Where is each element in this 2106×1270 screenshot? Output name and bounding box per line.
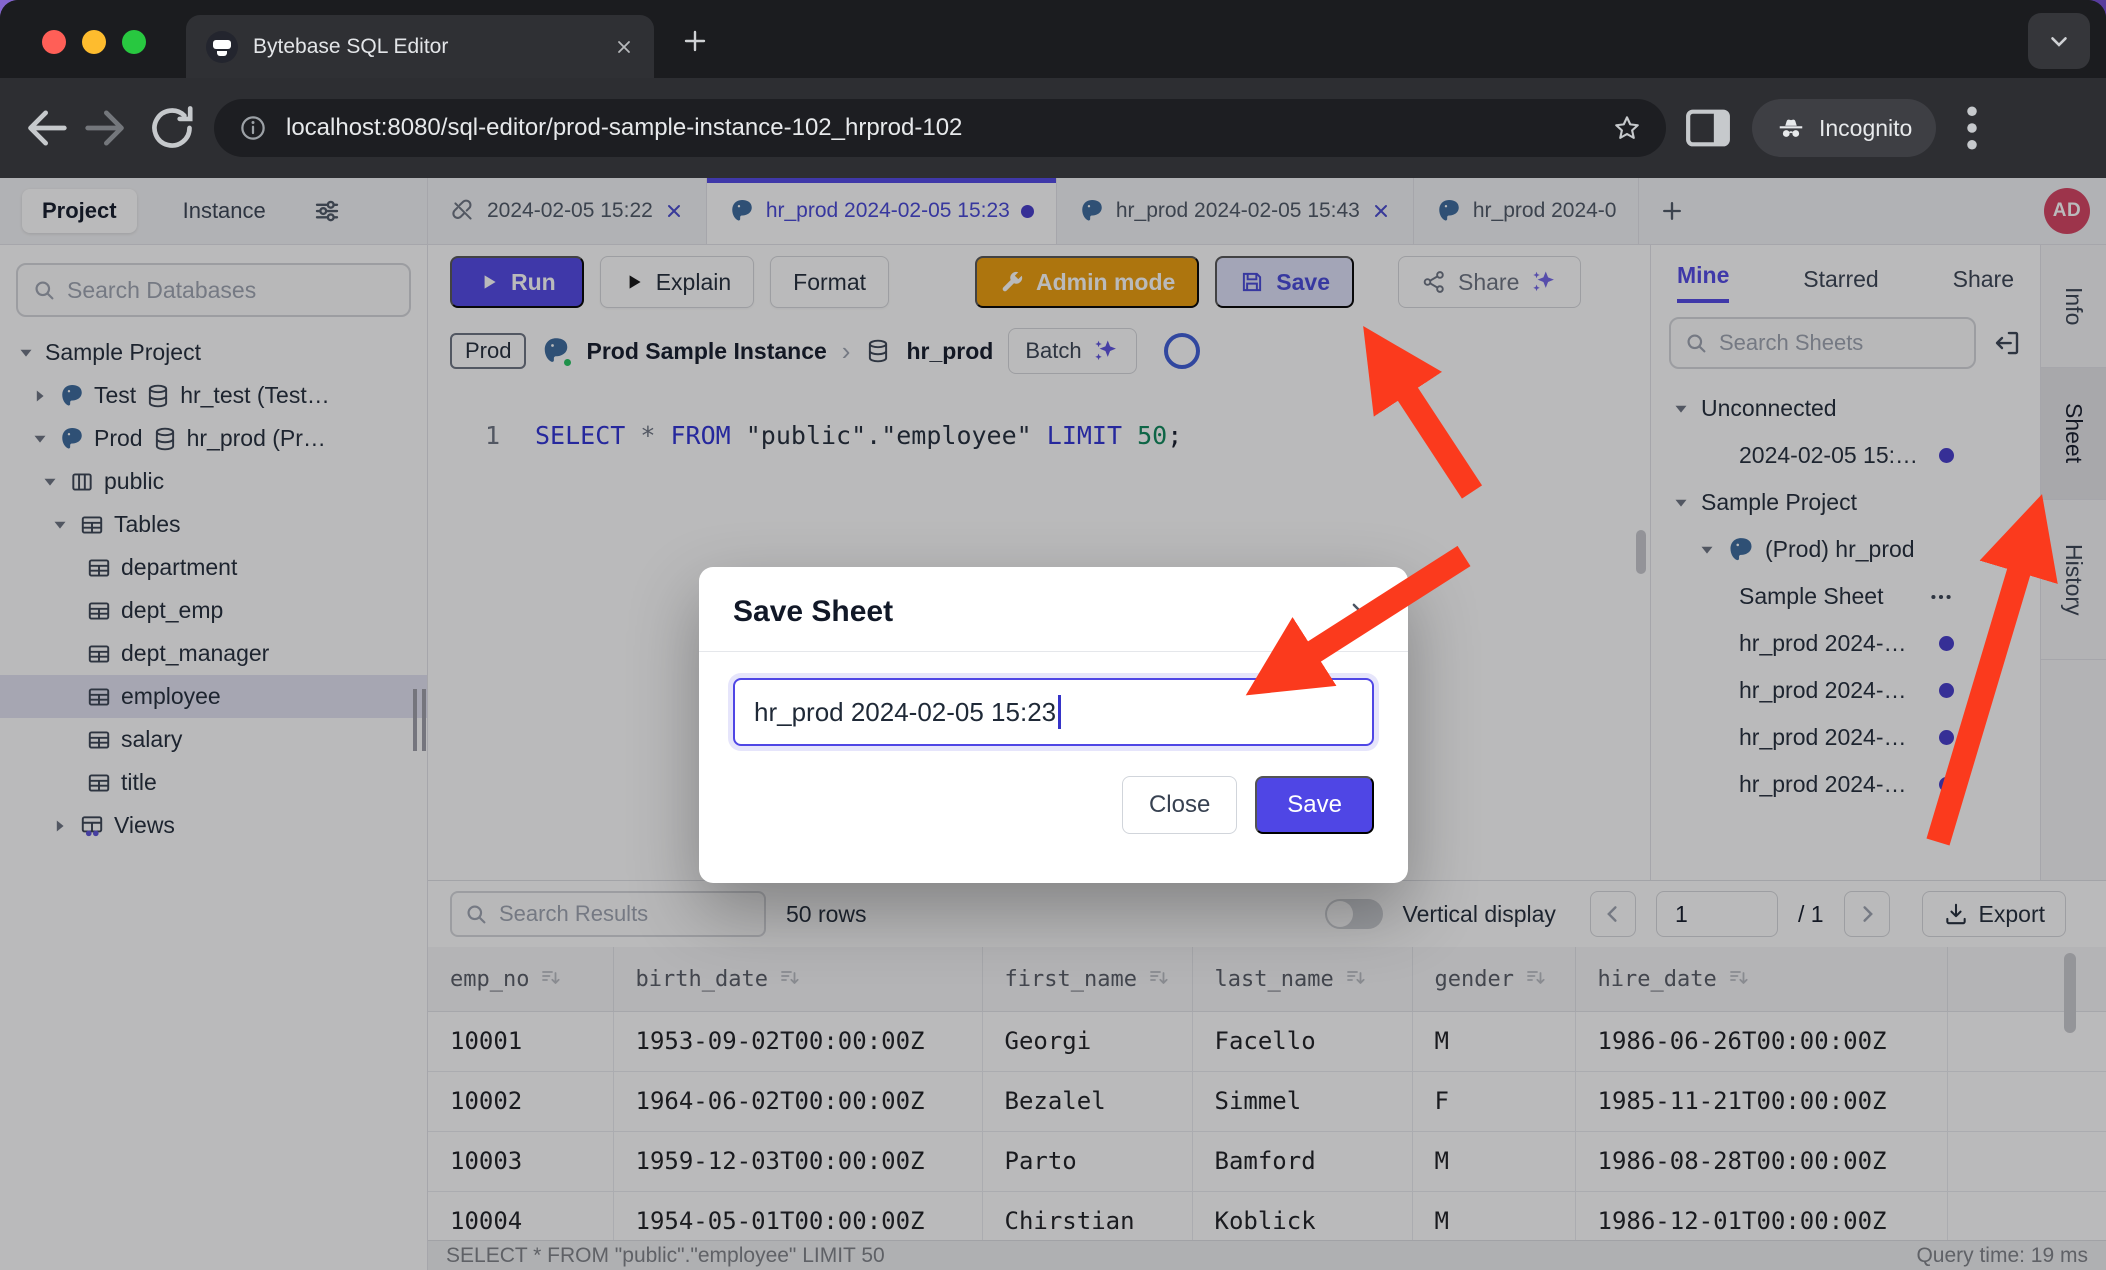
sheet-name-input[interactable]: hr_prod 2024-02-05 15:23 — [733, 678, 1374, 746]
browser-tab-strip: Bytebase SQL Editor — [0, 0, 2106, 78]
forward-button[interactable] — [76, 100, 132, 156]
new-tab-button[interactable] — [680, 26, 710, 56]
modal-close-button[interactable]: Close — [1122, 776, 1237, 834]
modal-title: Save Sheet — [733, 595, 893, 629]
zoom-window-button[interactable] — [122, 30, 146, 54]
bookmark-star-icon[interactable] — [1612, 113, 1642, 143]
tab-search-button[interactable] — [2028, 13, 2090, 69]
incognito-icon — [1776, 113, 1806, 143]
browser-tab[interactable]: Bytebase SQL Editor — [186, 15, 654, 78]
incognito-badge: Incognito — [1752, 99, 1936, 157]
browser-tab-title: Bytebase SQL Editor — [253, 35, 599, 59]
close-icon[interactable] — [1348, 599, 1374, 625]
browser-toolbar: localhost:8080/sql-editor/prod-sample-in… — [0, 78, 2106, 178]
chevron-down-icon — [2046, 28, 2072, 54]
text-cursor — [1058, 695, 1061, 729]
save-sheet-modal: Save Sheet hr_prod 2024-02-05 15:23 Clos… — [699, 567, 1408, 883]
back-button[interactable] — [20, 100, 76, 156]
macos-traffic-lights — [42, 30, 146, 54]
reload-button[interactable] — [144, 100, 200, 156]
sheet-name-value: hr_prod 2024-02-05 15:23 — [754, 697, 1056, 728]
incognito-label: Incognito — [1819, 115, 1912, 142]
minimize-window-button[interactable] — [82, 30, 106, 54]
bytebase-favicon-icon — [206, 31, 238, 63]
url-text[interactable]: localhost:8080/sql-editor/prod-sample-in… — [286, 114, 1594, 142]
side-panel-icon[interactable] — [1680, 100, 1736, 156]
close-window-button[interactable] — [42, 30, 66, 54]
address-bar[interactable]: localhost:8080/sql-editor/prod-sample-in… — [214, 99, 1666, 157]
site-info-icon[interactable] — [238, 113, 268, 143]
close-tab-icon[interactable] — [614, 37, 634, 57]
browser-menu-icon[interactable] — [1944, 100, 2000, 156]
modal-save-button[interactable]: Save — [1255, 776, 1374, 834]
